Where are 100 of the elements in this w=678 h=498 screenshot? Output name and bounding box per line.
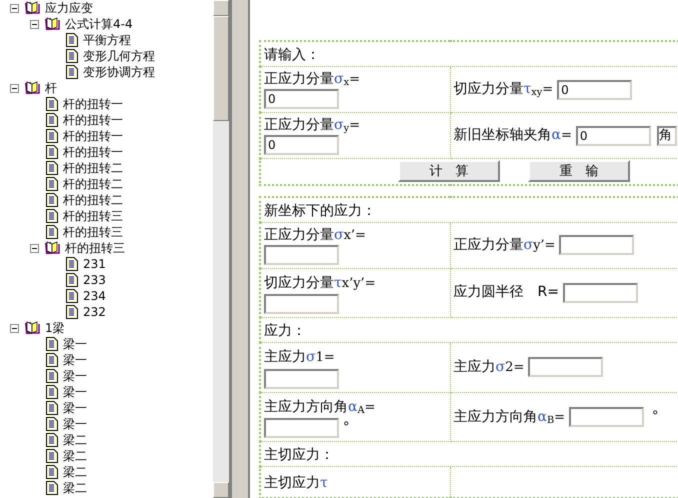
- section-heading: 应力：: [264, 323, 306, 340]
- tree-item[interactable]: 梁一: [63, 416, 87, 432]
- tree-item[interactable]: 234: [83, 288, 106, 304]
- field-label: 正应力分量σy’=: [454, 236, 556, 254]
- document-icon: [46, 225, 58, 239]
- tree-item[interactable]: 杆的扭转一: [63, 96, 123, 112]
- tree-item[interactable]: 杆的扭转二: [63, 160, 123, 176]
- field-label: 主应力方向角α$_{B}$=: [454, 408, 566, 428]
- document-icon: [46, 401, 58, 415]
- tree-item[interactable]: 应力应变: [45, 0, 93, 16]
- tree-item[interactable]: 1梁: [45, 320, 65, 336]
- degree-sign: °: [343, 420, 350, 435]
- input-field[interactable]: 0: [264, 89, 339, 109]
- tree-item[interactable]: 梁一: [63, 336, 87, 352]
- field-label: 主应力σ1=: [264, 349, 335, 366]
- document-icon: [46, 417, 58, 431]
- tree-item[interactable]: 杆的扭转一: [63, 112, 123, 128]
- collapse-icon[interactable]: [30, 244, 39, 252]
- document-icon: [46, 129, 58, 143]
- scrollbar[interactable]: [213, 0, 229, 498]
- tree-item[interactable]: 233: [83, 272, 106, 288]
- document-icon: [66, 49, 78, 63]
- degree-sign: °: [652, 408, 659, 426]
- tree-item[interactable]: 杆的扭转一: [63, 128, 123, 144]
- collapse-icon[interactable]: [30, 20, 39, 28]
- input-field[interactable]: [528, 357, 604, 378]
- tree-item[interactable]: 梁一: [63, 352, 87, 368]
- section-heading: 主切应力：: [264, 447, 334, 464]
- collapse-icon[interactable]: [10, 4, 19, 12]
- document-icon: [46, 369, 58, 383]
- book-icon: [24, 81, 40, 95]
- document-icon: [66, 33, 78, 47]
- document-icon: [66, 65, 78, 79]
- tree-item[interactable]: 梁二: [63, 480, 87, 496]
- input-field[interactable]: [562, 282, 638, 303]
- input-field[interactable]: [264, 244, 339, 264]
- book-icon: [24, 321, 40, 335]
- input-field[interactable]: [264, 368, 339, 389]
- book-icon: [44, 241, 60, 255]
- input-field[interactable]: 0: [557, 80, 632, 100]
- document-icon: [66, 257, 78, 271]
- tree-item[interactable]: 231: [83, 256, 106, 272]
- frame-splitter[interactable]: [230, 0, 250, 498]
- document-icon: [66, 289, 78, 303]
- field-label: 主应力方向角α$_{A}$=: [264, 398, 376, 415]
- document-icon: [46, 177, 58, 191]
- input-field[interactable]: 0: [576, 126, 651, 146]
- document-icon: [66, 305, 78, 319]
- tree-item[interactable]: 杆的扭转三: [63, 224, 123, 240]
- calculate-button[interactable]: 计 算: [398, 160, 500, 182]
- collapse-icon[interactable]: [10, 84, 19, 92]
- document-icon: [46, 145, 58, 159]
- tree-item[interactable]: 梁二: [63, 448, 87, 464]
- tree-item[interactable]: 杆的扭转二: [63, 176, 123, 192]
- document-icon: [46, 449, 58, 463]
- tree-item[interactable]: 杆的扭转三: [63, 208, 123, 224]
- collapse-icon[interactable]: [10, 324, 19, 332]
- field-label: 正应力分量σ$_{x}$=: [264, 70, 360, 89]
- document-icon: [46, 465, 58, 479]
- reset-button[interactable]: 重 输: [528, 160, 630, 182]
- field-label: 主切应力τ: [264, 475, 328, 492]
- field-label: 新旧坐标轴夹角α=: [454, 126, 572, 145]
- input-field[interactable]: 0: [264, 135, 339, 155]
- document-icon: [46, 337, 58, 351]
- field-label: 正应力分量σ$_{y}$=: [264, 116, 360, 135]
- section-heading: 请输入：: [264, 47, 320, 63]
- tree-item[interactable]: 变形协调方程: [83, 64, 155, 80]
- tree-item[interactable]: 变形几何方程: [83, 48, 155, 64]
- document-icon: [46, 385, 58, 399]
- field-label: 正应力分量σx’=: [264, 226, 366, 244]
- tree-item[interactable]: 梁一: [63, 384, 87, 400]
- document-icon: [46, 97, 58, 111]
- field-label: 应力圆半径 R=: [454, 283, 559, 302]
- tree-item[interactable]: 梁一: [63, 400, 87, 416]
- document-icon: [46, 113, 58, 127]
- document-icon: [46, 433, 58, 447]
- book-icon: [44, 17, 60, 31]
- field-label: 切应力分量τ$_{xy}$=: [454, 80, 554, 100]
- document-icon: [46, 209, 58, 223]
- input-field[interactable]: [264, 418, 339, 438]
- tree-item[interactable]: 平衡方程: [83, 32, 131, 48]
- document-icon: [66, 273, 78, 287]
- tree-item[interactable]: 杆的扭转一: [63, 144, 123, 160]
- field-label: 切应力分量τx’y’=: [264, 274, 376, 290]
- input-field[interactable]: [559, 235, 634, 255]
- tree-item[interactable]: 杆的扭转二: [63, 192, 123, 208]
- input-field[interactable]: [569, 407, 644, 428]
- document-icon: [46, 481, 58, 495]
- input-field[interactable]: [264, 294, 339, 314]
- section-heading: 新坐标下的应力：: [264, 202, 376, 218]
- tree-item[interactable]: 梁二: [63, 432, 87, 448]
- unit-dropdown[interactable]: 角: [656, 126, 677, 146]
- tree-item[interactable]: 杆: [45, 80, 57, 96]
- tree-item[interactable]: 梁二: [63, 464, 87, 480]
- tree-item[interactable]: 梁一: [63, 368, 87, 384]
- tree-item[interactable]: 杆的扭转三: [65, 240, 125, 256]
- document-icon: [46, 353, 58, 367]
- tree-item[interactable]: 232: [83, 304, 106, 320]
- document-icon: [46, 193, 58, 207]
- tree-item[interactable]: 公式计算4-4: [65, 16, 133, 32]
